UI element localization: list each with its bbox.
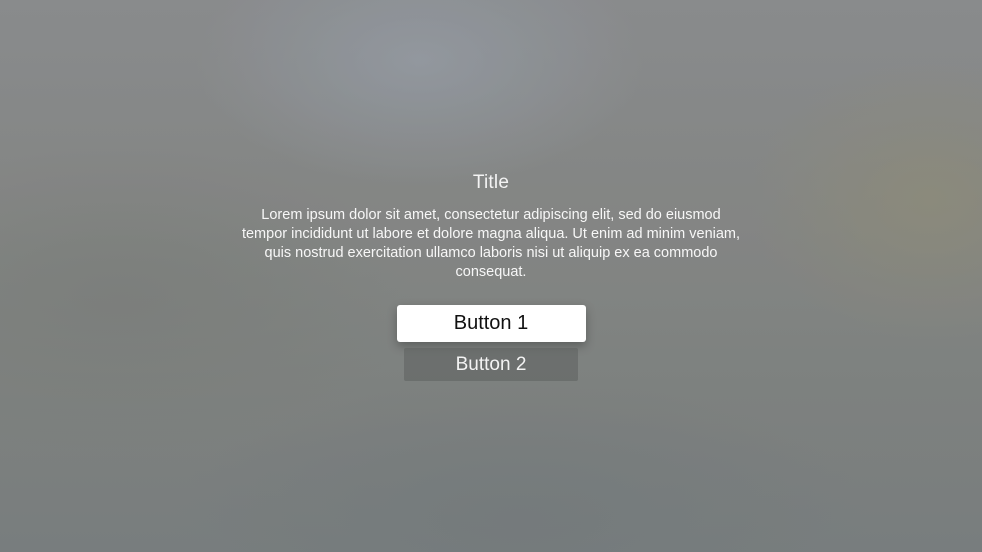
alert-message: Lorem ipsum dolor sit amet, consectetur … [241, 207, 741, 280]
alert-dialog: Title Lorem ipsum dolor sit amet, consec… [0, 171, 982, 381]
button-1[interactable]: Button 1 [396, 305, 586, 342]
button-2[interactable]: Button 2 [404, 348, 578, 381]
alert-title: Title [472, 172, 510, 193]
